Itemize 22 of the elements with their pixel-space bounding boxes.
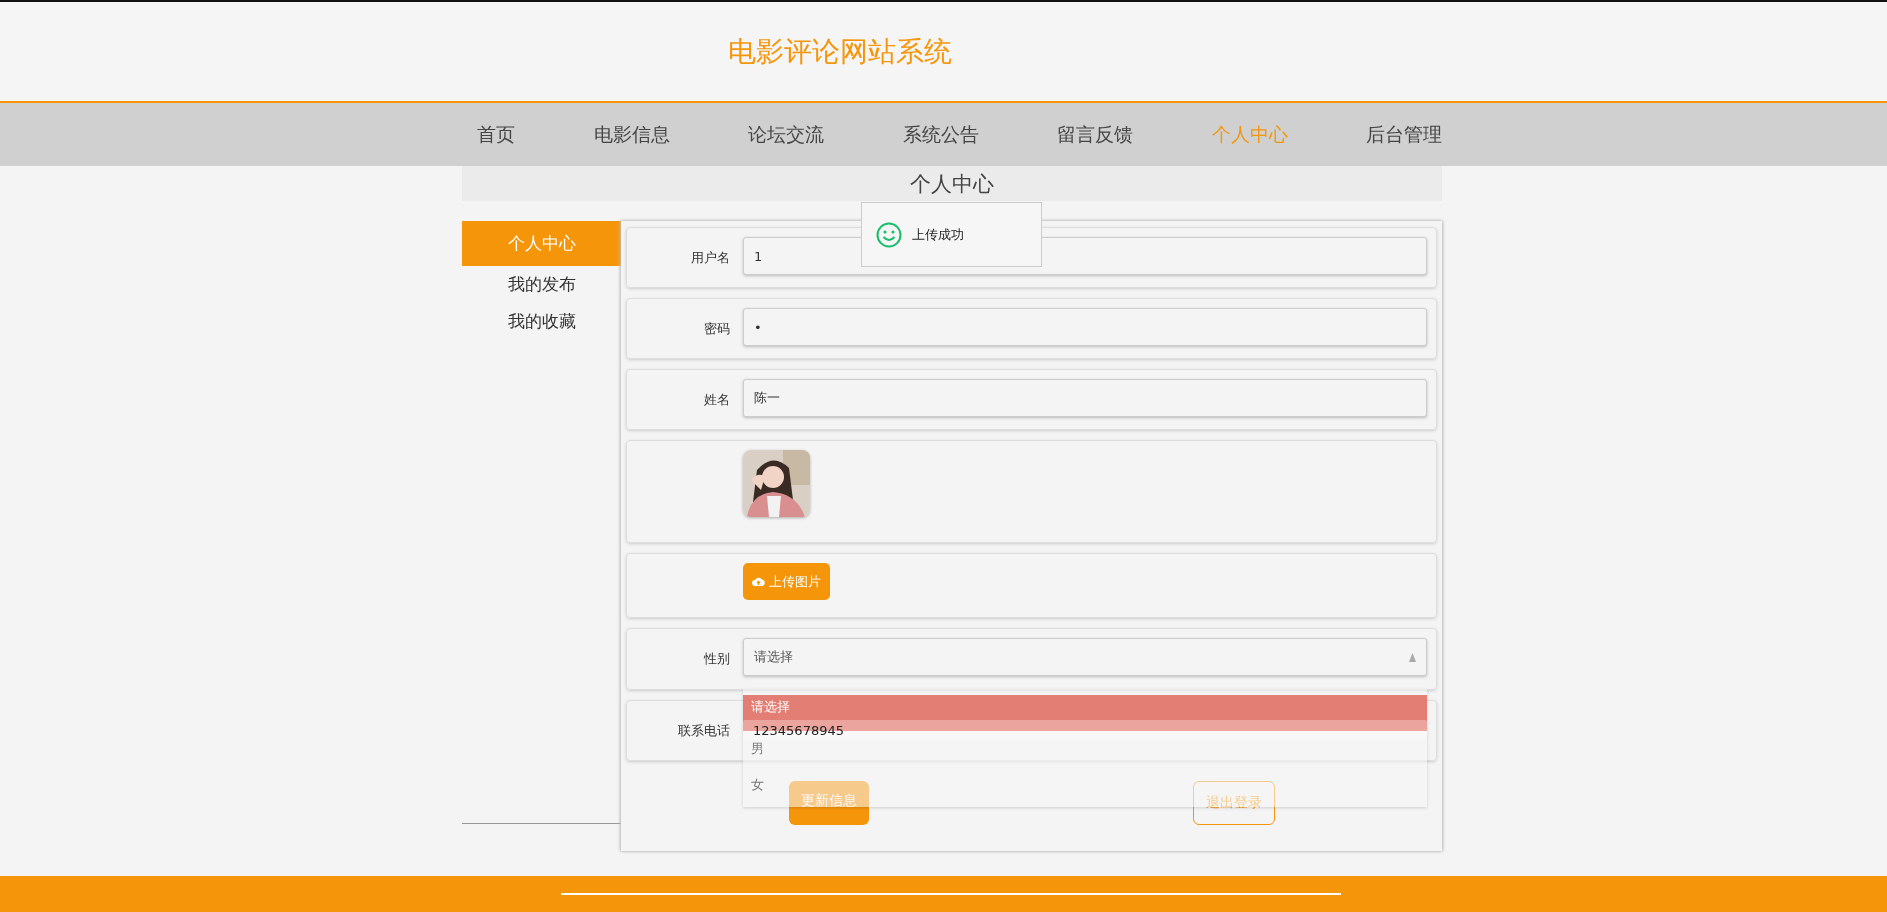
nav-item[interactable]: 留言反馈 (1057, 121, 1133, 148)
page-heading: 个人中心 (910, 170, 994, 198)
nav-item[interactable]: 论坛交流 (748, 121, 824, 148)
nav-item[interactable]: 后台管理 (1366, 121, 1442, 148)
nav-item[interactable]: 电影信息 (593, 121, 670, 148)
field-label: 联系电话 (677, 722, 730, 740)
smile-icon (876, 221, 902, 248)
nav-item[interactable]: 首页 (477, 121, 515, 148)
dropdown-option[interactable]: 女 (743, 767, 772, 803)
input-field[interactable]: 陈一 (743, 379, 1427, 417)
field-label: 密码 (703, 320, 730, 338)
field-label: 姓名 (703, 391, 730, 409)
field-label: 性别 (703, 650, 730, 668)
sidebar-item[interactable]: 我的发布 (462, 266, 621, 303)
sidebar-item[interactable]: 我的收藏 (462, 303, 621, 340)
field-label: 用户名 (690, 249, 730, 267)
caret-icon (1409, 652, 1416, 662)
site-title: 电影评论网站系统 (728, 33, 952, 70)
nav-item[interactable]: 系统公告 (902, 121, 979, 148)
input-field[interactable]: • (743, 308, 1427, 346)
gender-select[interactable]: 请选择 (743, 638, 1427, 676)
cloud-upload-icon (752, 576, 765, 587)
